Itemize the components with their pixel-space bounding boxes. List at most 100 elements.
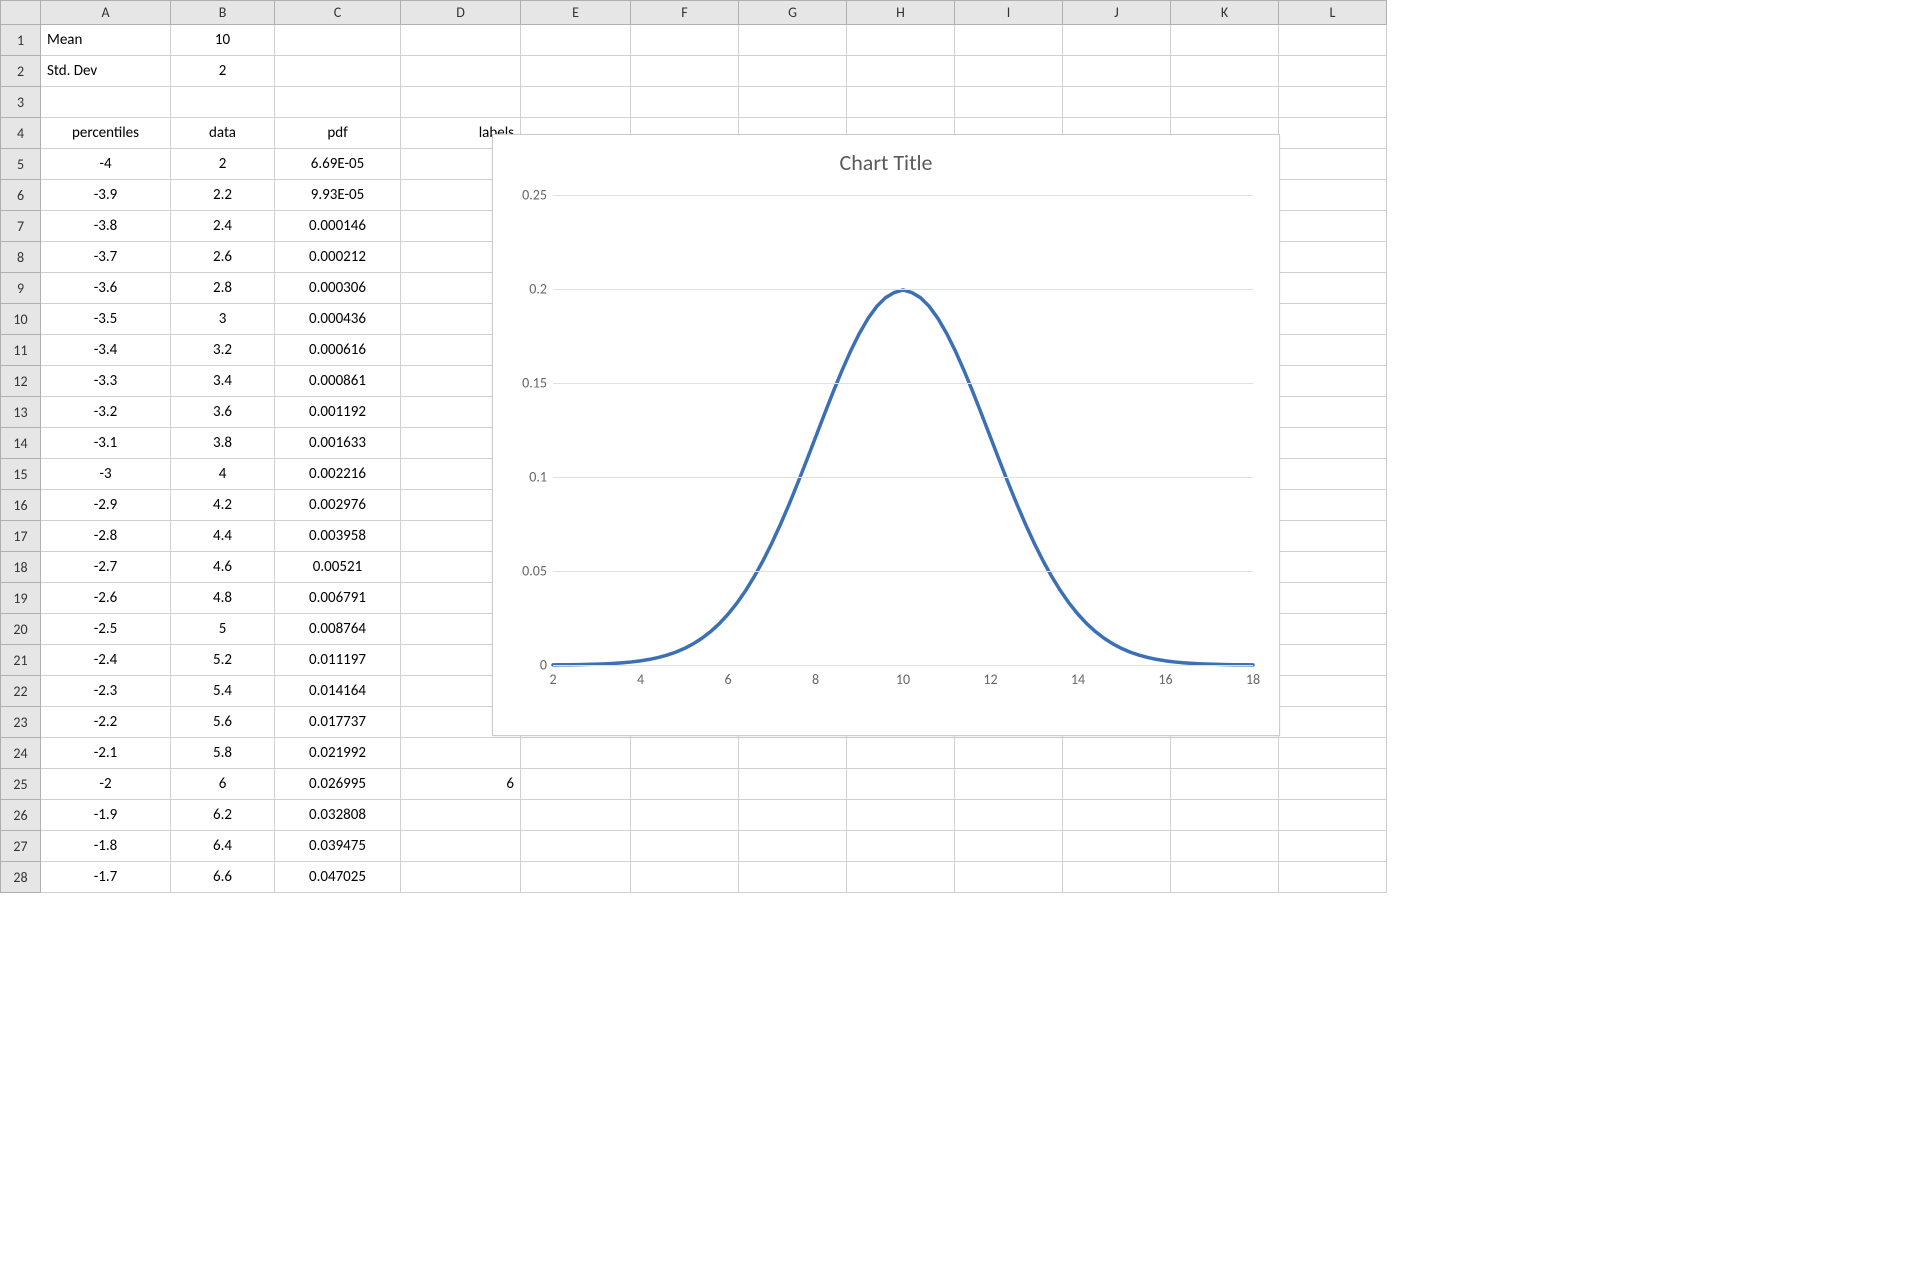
cell-K25[interactable]	[1171, 769, 1279, 800]
cell-A13[interactable]: -3.2	[41, 397, 171, 428]
cell-G24[interactable]	[739, 738, 847, 769]
column-header-B[interactable]: B	[171, 1, 275, 25]
cell-A26[interactable]: -1.9	[41, 800, 171, 831]
cell-L12[interactable]	[1279, 366, 1387, 397]
cell-L13[interactable]	[1279, 397, 1387, 428]
cell-L24[interactable]	[1279, 738, 1387, 769]
cell-L22[interactable]	[1279, 676, 1387, 707]
cell-C1[interactable]	[275, 25, 401, 56]
cell-H25[interactable]	[847, 769, 955, 800]
cell-F28[interactable]	[631, 862, 739, 893]
cell-B23[interactable]: 5.6	[171, 707, 275, 738]
column-header-C[interactable]: C	[275, 1, 401, 25]
cell-B5[interactable]: 2	[171, 149, 275, 180]
cell-A4[interactable]: percentiles	[41, 118, 171, 149]
cell-C14[interactable]: 0.001633	[275, 428, 401, 459]
cell-G27[interactable]	[739, 831, 847, 862]
cell-B25[interactable]: 6	[171, 769, 275, 800]
cell-G3[interactable]	[739, 87, 847, 118]
cell-F27[interactable]	[631, 831, 739, 862]
cell-L3[interactable]	[1279, 87, 1387, 118]
row-header-25[interactable]: 25	[1, 769, 41, 800]
cell-B26[interactable]: 6.2	[171, 800, 275, 831]
cell-J3[interactable]	[1063, 87, 1171, 118]
cell-A2[interactable]: Std. Dev	[41, 56, 171, 87]
cell-A15[interactable]: -3	[41, 459, 171, 490]
row-header-24[interactable]: 24	[1, 738, 41, 769]
row-header-6[interactable]: 6	[1, 180, 41, 211]
cell-C7[interactable]: 0.000146	[275, 211, 401, 242]
cell-A9[interactable]: -3.6	[41, 273, 171, 304]
cell-C28[interactable]: 0.047025	[275, 862, 401, 893]
cell-L28[interactable]	[1279, 862, 1387, 893]
cell-D28[interactable]	[401, 862, 521, 893]
column-header-G[interactable]: G	[739, 1, 847, 25]
cell-L2[interactable]	[1279, 56, 1387, 87]
cell-K27[interactable]	[1171, 831, 1279, 862]
select-all-corner[interactable]	[1, 1, 41, 25]
column-header-A[interactable]: A	[41, 1, 171, 25]
cell-C2[interactable]	[275, 56, 401, 87]
cell-F26[interactable]	[631, 800, 739, 831]
cell-G26[interactable]	[739, 800, 847, 831]
cell-C6[interactable]: 9.93E-05	[275, 180, 401, 211]
cell-B22[interactable]: 5.4	[171, 676, 275, 707]
cell-B2[interactable]: 2	[171, 56, 275, 87]
cell-A5[interactable]: -4	[41, 149, 171, 180]
cell-J1[interactable]	[1063, 25, 1171, 56]
cell-G25[interactable]	[739, 769, 847, 800]
cell-A23[interactable]: -2.2	[41, 707, 171, 738]
cell-C17[interactable]: 0.003958	[275, 521, 401, 552]
row-header-19[interactable]: 19	[1, 583, 41, 614]
cell-H26[interactable]	[847, 800, 955, 831]
cell-B18[interactable]: 4.6	[171, 552, 275, 583]
cell-L25[interactable]	[1279, 769, 1387, 800]
cell-L5[interactable]	[1279, 149, 1387, 180]
column-header-I[interactable]: I	[955, 1, 1063, 25]
cell-I2[interactable]	[955, 56, 1063, 87]
column-header-H[interactable]: H	[847, 1, 955, 25]
cell-C21[interactable]: 0.011197	[275, 645, 401, 676]
column-header-D[interactable]: D	[401, 1, 521, 25]
column-header-K[interactable]: K	[1171, 1, 1279, 25]
cell-L9[interactable]	[1279, 273, 1387, 304]
cell-E24[interactable]	[521, 738, 631, 769]
cell-A19[interactable]: -2.6	[41, 583, 171, 614]
cell-D27[interactable]	[401, 831, 521, 862]
cell-B14[interactable]: 3.8	[171, 428, 275, 459]
cell-E26[interactable]	[521, 800, 631, 831]
cell-L26[interactable]	[1279, 800, 1387, 831]
cell-L15[interactable]	[1279, 459, 1387, 490]
row-header-28[interactable]: 28	[1, 862, 41, 893]
cell-I28[interactable]	[955, 862, 1063, 893]
cell-K28[interactable]	[1171, 862, 1279, 893]
cell-J26[interactable]	[1063, 800, 1171, 831]
cell-H3[interactable]	[847, 87, 955, 118]
cell-C18[interactable]: 0.00521	[275, 552, 401, 583]
row-header-9[interactable]: 9	[1, 273, 41, 304]
cell-F2[interactable]	[631, 56, 739, 87]
cell-A10[interactable]: -3.5	[41, 304, 171, 335]
cell-L1[interactable]	[1279, 25, 1387, 56]
cell-L21[interactable]	[1279, 645, 1387, 676]
cell-B27[interactable]: 6.4	[171, 831, 275, 862]
row-header-8[interactable]: 8	[1, 242, 41, 273]
cell-H24[interactable]	[847, 738, 955, 769]
cell-E3[interactable]	[521, 87, 631, 118]
row-header-27[interactable]: 27	[1, 831, 41, 862]
cell-C23[interactable]: 0.017737	[275, 707, 401, 738]
cell-B16[interactable]: 4.2	[171, 490, 275, 521]
cell-A24[interactable]: -2.1	[41, 738, 171, 769]
cell-B20[interactable]: 5	[171, 614, 275, 645]
cell-J27[interactable]	[1063, 831, 1171, 862]
cell-D24[interactable]	[401, 738, 521, 769]
cell-B28[interactable]: 6.6	[171, 862, 275, 893]
cell-C11[interactable]: 0.000616	[275, 335, 401, 366]
cell-C25[interactable]: 0.026995	[275, 769, 401, 800]
cell-I27[interactable]	[955, 831, 1063, 862]
cell-A8[interactable]: -3.7	[41, 242, 171, 273]
cell-B17[interactable]: 4.4	[171, 521, 275, 552]
cell-K3[interactable]	[1171, 87, 1279, 118]
row-header-26[interactable]: 26	[1, 800, 41, 831]
cell-A1[interactable]: Mean	[41, 25, 171, 56]
